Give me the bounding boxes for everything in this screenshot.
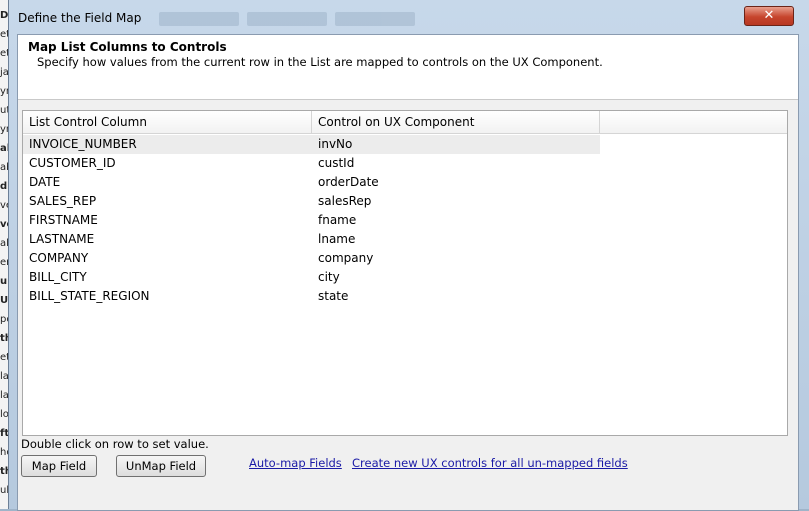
ux-control-cell[interactable]: state xyxy=(312,287,600,306)
ux-control-cell[interactable]: lname xyxy=(312,230,600,249)
ux-control-cell[interactable]: orderDate xyxy=(312,173,600,192)
list-column-cell: COMPANY xyxy=(29,251,89,265)
dialog-body: Map List Columns to Controls Specify how… xyxy=(17,34,799,511)
background-tabs xyxy=(159,12,429,28)
column-header-ux-control[interactable]: Control on UX Component xyxy=(312,111,600,133)
table-row[interactable]: SALES_REP salesRep xyxy=(23,192,787,211)
list-column-cell: FIRSTNAME xyxy=(29,213,98,227)
list-column-cell: LASTNAME xyxy=(29,232,95,246)
list-column-cell: BILL_STATE_REGION xyxy=(29,289,150,303)
dialog-title: Define the Field Map xyxy=(18,11,142,25)
table-row[interactable]: CUSTOMER_ID custId xyxy=(23,154,787,173)
table-row[interactable]: INVOICE_NUMBER invNo xyxy=(23,135,787,154)
ux-control-cell[interactable]: custId xyxy=(312,154,600,173)
field-map-dialog: Define the Field Map ✕ Map List Columns … xyxy=(8,0,809,511)
list-column-cell: SALES_REP xyxy=(29,194,97,208)
title-bar[interactable]: Define the Field Map ✕ xyxy=(9,0,809,34)
ux-control-cell[interactable]: fname xyxy=(312,211,600,230)
grid-header: List Control Column Control on UX Compon… xyxy=(23,111,787,134)
ux-control-cell[interactable]: city xyxy=(312,268,600,287)
create-ux-controls-link[interactable]: Create new UX controls for all un-mapped… xyxy=(352,456,628,470)
section-title: Map List Columns to Controls xyxy=(28,40,227,54)
map-field-button[interactable]: Map Field xyxy=(21,455,97,477)
background-text-fragment: u xyxy=(0,276,8,287)
list-column-cell: DATE xyxy=(29,175,61,189)
column-header-list-control[interactable]: List Control Column xyxy=(23,111,312,133)
table-row[interactable]: LASTNAME lname xyxy=(23,230,787,249)
header-panel: Map List Columns to Controls Specify how… xyxy=(18,35,798,100)
list-column-cell: INVOICE_NUMBER xyxy=(23,135,312,154)
ux-control-cell[interactable]: company xyxy=(312,249,600,268)
table-row[interactable]: BILL_CITY city xyxy=(23,268,787,287)
list-column-cell: CUSTOMER_ID xyxy=(29,156,116,170)
automap-fields-link[interactable]: Auto-map Fields xyxy=(249,456,342,470)
ux-control-cell[interactable]: invNo xyxy=(312,135,600,154)
field-map-grid[interactable]: List Control Column Control on UX Compon… xyxy=(22,110,788,436)
ux-control-cell[interactable]: salesRep xyxy=(312,192,600,211)
table-row[interactable]: FIRSTNAME fname xyxy=(23,211,787,230)
table-row[interactable]: DATE orderDate xyxy=(23,173,787,192)
table-row[interactable]: BILL_STATE_REGION state xyxy=(23,287,787,306)
section-description: Specify how values from the current row … xyxy=(37,55,603,69)
unmap-field-button[interactable]: UnMap Field xyxy=(116,455,206,477)
close-button[interactable]: ✕ xyxy=(744,6,794,26)
list-column-cell: BILL_CITY xyxy=(29,270,87,284)
table-row[interactable]: COMPANY company xyxy=(23,249,787,268)
hint-text: Double click on row to set value. xyxy=(21,437,209,451)
